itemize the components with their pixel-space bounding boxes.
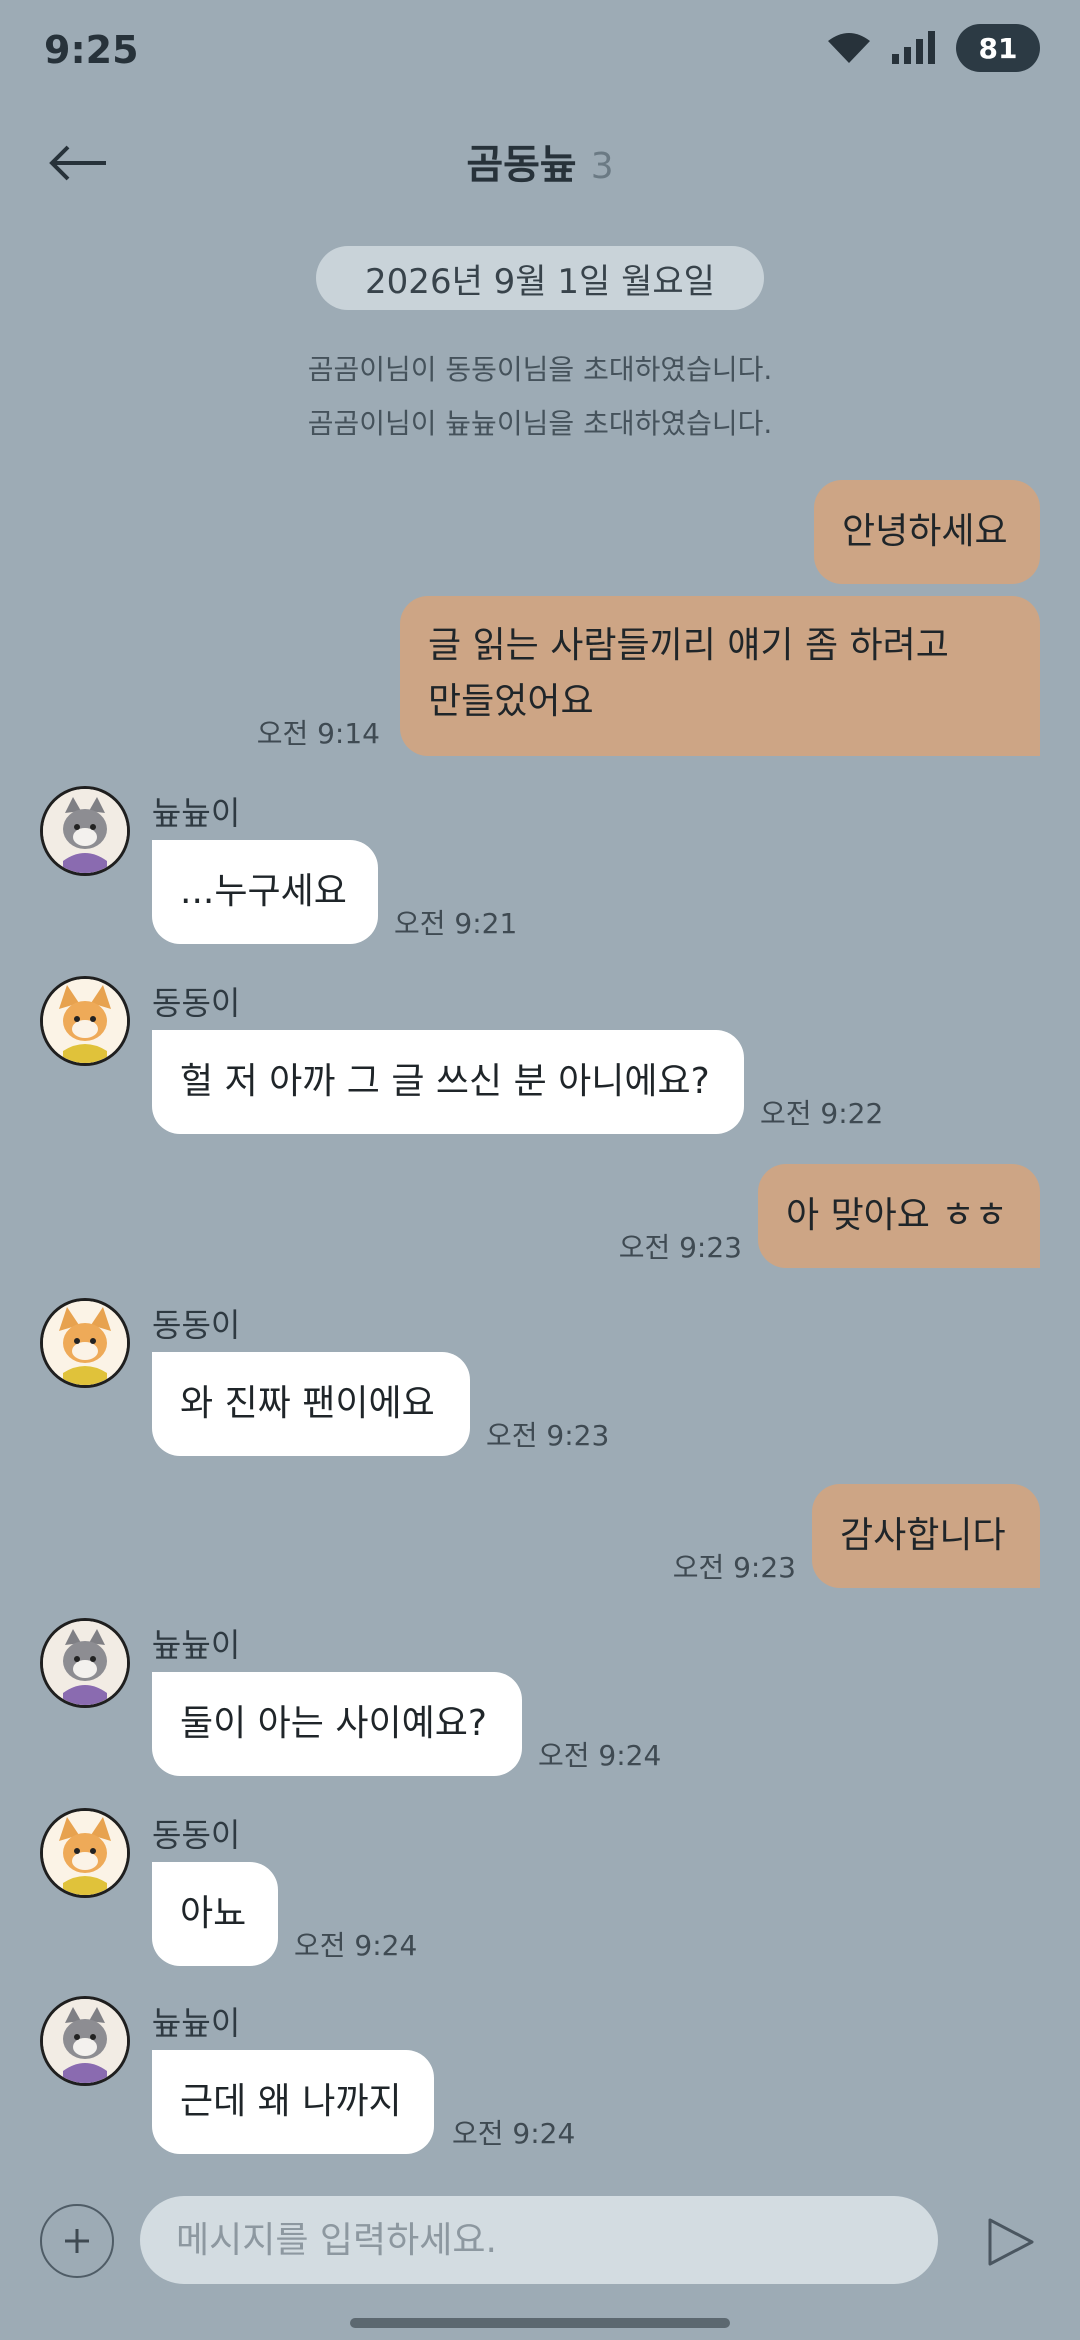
other-message-bubble[interactable]: ...누구세요 [152, 840, 378, 944]
plus-icon [65, 2229, 89, 2253]
cat-avatar-icon[interactable] [40, 786, 130, 876]
my-message-bubble[interactable]: 감사합니다 [812, 1484, 1040, 1588]
battery-indicator: 81 [956, 24, 1040, 72]
sender-name: 동동이 [152, 1306, 241, 1344]
home-indicator[interactable] [350, 2318, 730, 2328]
message-timestamp: 오전 9:22 [760, 1097, 884, 1130]
message-input[interactable] [140, 2196, 938, 2284]
message-line: 글 읽는 사람들끼리 얘기 좀 하려고 [428, 625, 949, 666]
message-timestamp: 오전 9:24 [538, 1739, 662, 1772]
dog-avatar-icon[interactable] [40, 976, 130, 1066]
chat-header: 곰동늎 3 [0, 132, 1080, 190]
message-timestamp: 오전 9:24 [294, 1929, 418, 1962]
message-line: 만들었어요 [428, 681, 594, 722]
chat-title[interactable]: 곰동늎 [466, 142, 576, 188]
sender-name: 늎늎이 [152, 2004, 241, 2042]
other-message-bubble[interactable]: 헐 저 아까 그 글 쓰신 분 아니에요? [152, 1030, 744, 1134]
member-count: 3 [590, 146, 614, 187]
dog-avatar-icon[interactable] [40, 1808, 130, 1898]
my-message-bubble[interactable]: 아 맞아요 ㅎㅎ [758, 1164, 1040, 1268]
date-chip: 2026년 9월 1일 월요일 [316, 246, 764, 310]
sender-name: 늎늎이 [152, 794, 241, 832]
other-message-bubble[interactable]: 아뇨 [152, 1862, 278, 1966]
sender-name: 동동이 [152, 1816, 241, 1854]
message-timestamp: 오전 9:21 [394, 907, 518, 940]
sender-name: 늎늎이 [152, 1626, 241, 1664]
message-timestamp: 오전 9:23 [672, 1551, 796, 1584]
cat-avatar-icon[interactable] [40, 1996, 130, 2086]
attach-button[interactable] [40, 2204, 114, 2278]
status-icons: 81 [826, 24, 1040, 72]
other-message-bubble[interactable]: 근데 왜 나까지 [152, 2050, 434, 2154]
dog-avatar-icon[interactable] [40, 1298, 130, 1388]
message-timestamp: 오전 9:23 [486, 1419, 610, 1452]
other-message-bubble[interactable]: 둘이 아는 사이예요? [152, 1672, 522, 1776]
wifi-icon [828, 33, 870, 63]
signal-icon [892, 31, 935, 64]
send-button[interactable] [978, 2210, 1042, 2274]
other-message-bubble[interactable]: 와 진짜 팬이에요 [152, 1352, 470, 1456]
send-icon [988, 2218, 1034, 2266]
system-message: 곰곰이님이 동동이님을 초대하였습니다. [307, 353, 773, 386]
message-timestamp: 오전 9:23 [618, 1231, 742, 1264]
system-message: 곰곰이님이 늎늎이님을 초대하였습니다. [307, 407, 773, 440]
my-message-bubble[interactable]: 안녕하세요 [814, 480, 1040, 584]
message-timestamp: 오전 9:24 [452, 2117, 576, 2150]
message-timestamp: 오전 9:14 [256, 717, 380, 750]
status-time: 9:25 [44, 28, 139, 72]
my-message-bubble[interactable]: 글 읽는 사람들끼리 얘기 좀 하려고 만들었어요 [400, 596, 1040, 756]
cat-avatar-icon[interactable] [40, 1618, 130, 1708]
sender-name: 동동이 [152, 984, 241, 1022]
